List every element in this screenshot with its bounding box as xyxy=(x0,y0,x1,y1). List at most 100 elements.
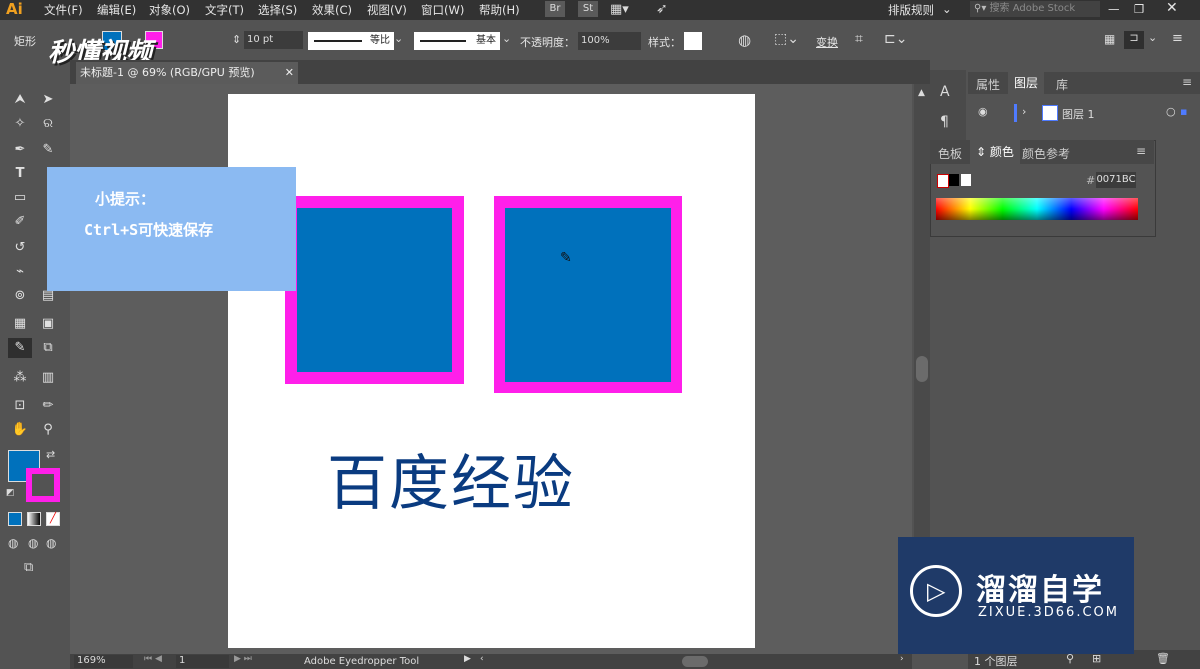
arrange-icon[interactable]: ⊐ xyxy=(1124,31,1144,49)
menu-object[interactable]: 对象(O) xyxy=(149,2,190,18)
transform-button[interactable]: 变换 xyxy=(816,34,838,50)
artboard-tool-icon[interactable]: ⊡ xyxy=(10,396,30,416)
menu-effect[interactable]: 效果(C) xyxy=(312,2,352,18)
menu-help[interactable]: 帮助(H) xyxy=(479,2,520,18)
left-rectangle-fill[interactable] xyxy=(297,208,452,372)
warp-tool-icon[interactable]: ⌁ xyxy=(10,262,30,282)
stock-button[interactable]: St xyxy=(578,1,598,17)
stroke-profile-select[interactable]: 等比 xyxy=(308,32,394,50)
draw-inside-icon[interactable]: ◍ xyxy=(46,536,56,550)
paintbrush-tool-icon[interactable]: ✐ xyxy=(10,212,30,232)
delete-layer-icon[interactable]: 🗑 xyxy=(1156,652,1170,665)
document-tab[interactable]: 未标题-1 @ 69% (RGB/GPU 预览) ✕ xyxy=(76,62,298,84)
align-icon[interactable]: ⬚⌄ xyxy=(774,31,799,47)
eyedropper-tool-icon[interactable]: ✎ xyxy=(8,338,32,358)
menu-edit[interactable]: 编辑(E) xyxy=(97,2,136,18)
mesh-tool-icon[interactable]: ▦ xyxy=(10,314,30,334)
scroll-up-icon[interactable]: ▲ xyxy=(918,88,925,98)
column-graph-tool-icon[interactable]: ▥ xyxy=(38,368,58,388)
blend-tool-icon[interactable]: ⧉ xyxy=(38,338,58,358)
recolor-icon[interactable]: ◍ xyxy=(738,31,751,49)
chevron-down-icon[interactable]: ⌄ xyxy=(1148,31,1157,44)
minimize-icon[interactable]: — xyxy=(1108,2,1120,16)
style-swatch[interactable] xyxy=(684,32,702,50)
panel-menu-icon[interactable]: ≡ xyxy=(1182,75,1192,89)
type-tool-icon[interactable]: T xyxy=(10,164,30,184)
arrange-docs-icon[interactable]: ▦▾ xyxy=(610,2,629,17)
stock-search-input[interactable]: ⚲▾ 搜索 Adobe Stock xyxy=(970,1,1100,17)
paragraph-panel-icon[interactable]: ¶ xyxy=(940,114,949,130)
right-rectangle-fill[interactable] xyxy=(505,208,671,382)
hex-input[interactable]: 0071BC xyxy=(1096,172,1136,188)
curvature-tool-icon[interactable]: ✎ xyxy=(38,140,58,160)
visibility-eye-icon[interactable]: ◉ xyxy=(978,105,988,118)
hand-tool-icon[interactable]: ✋ xyxy=(10,420,30,440)
status-menu-arrow-icon[interactable]: ▶ xyxy=(464,654,471,664)
menu-type[interactable]: 文字(T) xyxy=(205,2,244,18)
menu-view[interactable]: 视图(V) xyxy=(367,2,407,18)
lasso-tool-icon[interactable]: ର xyxy=(38,114,58,134)
artboard-number-select[interactable]: 1 xyxy=(176,655,229,668)
target-icon[interactable]: ○ xyxy=(1166,105,1176,118)
scroll-right-icon[interactable]: › xyxy=(900,654,904,664)
opacity-field[interactable]: 100% xyxy=(578,32,641,50)
menu-window[interactable]: 窗口(W) xyxy=(421,2,464,18)
send-icon[interactable]: ➶ xyxy=(656,1,668,17)
pen-tool-icon[interactable]: ✒ xyxy=(10,140,30,160)
selected-square-icon[interactable]: ▪ xyxy=(1180,105,1187,118)
page-nav-icon[interactable]: ⏮ ◀ xyxy=(144,654,162,664)
gradient-mode-icon[interactable] xyxy=(27,512,41,526)
chevron-down-icon[interactable]: ⌄ xyxy=(502,32,511,45)
canvas-text[interactable]: 百度经验 xyxy=(327,435,575,522)
tab-layers[interactable]: 图层 xyxy=(1008,72,1045,94)
layer-row[interactable]: ◉ › 图层 1 ○ ▪ xyxy=(968,102,1193,124)
vertical-scroll-thumb[interactable] xyxy=(916,356,928,382)
stroke-stepper-icon[interactable]: ⇕ xyxy=(232,33,241,46)
black-swatch[interactable] xyxy=(949,174,959,186)
rotate-tool-icon[interactable]: ↺ xyxy=(10,238,30,258)
direct-selection-tool-icon[interactable]: ➤ xyxy=(38,90,58,110)
selection-tool-icon[interactable]: ⮝ xyxy=(10,90,30,110)
none-swatch[interactable] xyxy=(937,174,949,188)
workspace-switcher[interactable]: 排版规则 xyxy=(888,2,934,18)
page-nav-next-icon[interactable]: ▶ ⏭ xyxy=(234,654,252,664)
scroll-left-icon[interactable]: ‹ xyxy=(480,654,484,664)
magic-wand-tool-icon[interactable]: ✧ xyxy=(10,114,30,134)
close-tab-icon[interactable]: ✕ xyxy=(285,62,294,84)
expand-arrow-icon[interactable]: › xyxy=(1022,105,1026,118)
close-icon[interactable]: ✕ xyxy=(1166,0,1178,16)
rectangle-tool-icon[interactable]: ▭ xyxy=(10,188,30,208)
chevron-down-icon[interactable]: ⌄ xyxy=(394,32,403,45)
draw-normal-icon[interactable]: ◍ xyxy=(8,536,18,550)
layer-name[interactable]: 图层 1 xyxy=(1062,106,1095,122)
brush-select[interactable]: 基本 xyxy=(414,32,500,50)
shape-options-icon[interactable]: ⊏⌄ xyxy=(884,31,907,47)
white-swatch[interactable] xyxy=(961,174,971,186)
tab-color-guide[interactable]: 颜色参考 xyxy=(1022,145,1070,162)
stroke-color-box[interactable] xyxy=(26,468,60,502)
gradient-tool-icon[interactable]: ▣ xyxy=(38,314,58,334)
menu-icon[interactable]: ≡ xyxy=(1172,31,1183,46)
menu-file[interactable]: 文件(F) xyxy=(44,2,83,18)
bridge-button[interactable]: Br xyxy=(545,1,565,17)
symbol-sprayer-tool-icon[interactable]: ⁂ xyxy=(10,368,30,388)
draw-behind-icon[interactable]: ◍ xyxy=(28,536,38,550)
menu-select[interactable]: 选择(S) xyxy=(258,2,297,18)
default-colors-icon[interactable]: ◩ xyxy=(6,488,15,498)
restore-icon[interactable]: ❐ xyxy=(1134,2,1144,16)
tab-libraries[interactable]: 库 xyxy=(1056,76,1068,93)
color-panel-menu-icon[interactable]: ≡ xyxy=(1136,144,1146,158)
zoom-select[interactable]: 169% xyxy=(74,655,133,668)
stroke-size-field[interactable]: 10 pt xyxy=(244,31,303,49)
shape-builder-tool-icon[interactable]: ⊚ xyxy=(10,286,30,306)
swap-colors-icon[interactable]: ⇄ xyxy=(46,448,55,461)
chevron-down-icon[interactable]: ⌄ xyxy=(942,2,952,16)
screen-mode-icon[interactable]: ⧉ xyxy=(24,560,33,575)
slice-tool-icon[interactable]: ✏ xyxy=(38,396,58,416)
none-mode-icon[interactable]: ╱ xyxy=(46,512,60,526)
tab-color[interactable]: ⇕ 颜色 xyxy=(970,140,1020,164)
panel-grid-icon[interactable]: ▦ xyxy=(1104,32,1115,46)
color-mode-icon[interactable] xyxy=(8,512,22,526)
character-panel-icon[interactable]: A xyxy=(940,84,950,100)
tab-swatches[interactable]: 色板 xyxy=(938,145,962,162)
